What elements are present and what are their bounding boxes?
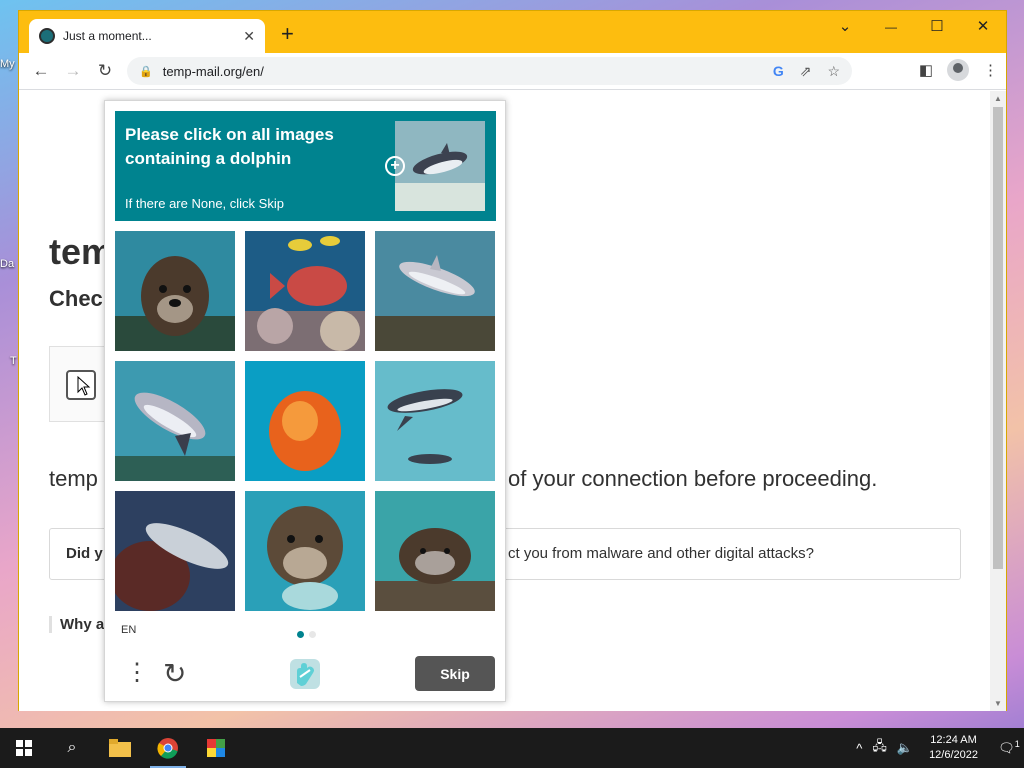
page-text-fragment: of your connection before proceeding. <box>508 466 878 491</box>
captcha-image-grid <box>115 231 496 612</box>
clock-time: 12:24 AM <box>930 734 977 746</box>
tab-close-icon[interactable]: ✕ <box>243 28 255 45</box>
share-icon[interactable]: ⇗ <box>800 63 812 80</box>
why-heading[interactable]: Why a <box>49 616 104 633</box>
side-panel-icon[interactable]: ◧ <box>919 61 933 79</box>
captcha-challenge: Please click on all images containing a … <box>104 100 506 702</box>
address-bar[interactable]: 🔒 temp-mail.org/en/ G ⇗ ☆ <box>127 57 852 85</box>
tab-search-icon[interactable]: ⌄ <box>833 17 857 35</box>
app-taskbar-icon[interactable] <box>192 728 240 768</box>
network-icon[interactable]: 🖧 <box>872 737 887 759</box>
captcha-tile-otter[interactable] <box>245 491 365 611</box>
page-dot-active <box>297 631 304 638</box>
show-hidden-icons-icon[interactable]: ^ <box>856 741 862 756</box>
mouse-cursor-icon <box>77 376 91 396</box>
lock-icon[interactable]: 🔒 <box>139 65 153 78</box>
language-selector[interactable]: EN <box>121 624 136 636</box>
system-tray: ^ 🖧 🔈 12:24 AM 12/6/2022 🗨1 <box>856 728 1024 768</box>
refresh-challenge-icon[interactable]: ↻ <box>163 657 186 690</box>
page-scrollbar[interactable]: ▲ ▼ <box>990 91 1006 711</box>
notification-center-icon[interactable]: 🗨1 <box>994 739 1024 756</box>
faq-question: Did y <box>66 545 103 562</box>
profile-avatar-icon[interactable] <box>947 59 969 81</box>
captcha-tile-dolphin[interactable] <box>115 361 235 481</box>
captcha-tile-otter[interactable] <box>115 231 235 351</box>
maximize-button[interactable]: ☐ <box>925 17 949 35</box>
view-example-icon[interactable]: + <box>385 156 405 176</box>
search-icon[interactable]: ⌕ <box>48 728 96 768</box>
captcha-hint-text: If there are None, click Skip <box>125 196 284 211</box>
tab-title: Just a moment... <box>63 29 152 43</box>
page-text-fragment: temp <box>49 466 98 491</box>
example-dolphin-image <box>395 121 485 211</box>
browser-toolbar: ← → ↻ 🔒 temp-mail.org/en/ G ⇗ ☆ ◧ ⋮ <box>19 53 1006 90</box>
menu-dots-icon[interactable]: ⋮ <box>983 61 998 79</box>
clock[interactable]: 12:24 AM 12/6/2022 <box>929 733 978 763</box>
captcha-tile-jellyfish[interactable] <box>245 361 365 481</box>
title-bar: Just a moment... ✕ + ⌄ — ☐ ✕ <box>19 11 1006 53</box>
hcaptcha-logo-icon <box>290 659 320 689</box>
back-icon[interactable]: ← <box>27 61 55 81</box>
scroll-down-icon[interactable]: ▼ <box>990 699 1006 708</box>
taskbar: ⌕ ^ 🖧 🔈 12:24 AM 12/6/2022 🗨1 <box>0 728 1024 768</box>
captcha-tile-fish[interactable] <box>245 231 365 351</box>
skip-button[interactable]: Skip <box>415 656 495 691</box>
captcha-tile-otter[interactable] <box>375 491 495 611</box>
folder-icon <box>109 739 131 757</box>
google-translate-icon[interactable]: G <box>773 63 784 79</box>
file-explorer-icon[interactable] <box>96 728 144 768</box>
windows-logo-icon <box>16 740 32 756</box>
forward-icon[interactable]: → <box>59 61 87 81</box>
page-dot <box>309 631 316 638</box>
notification-count: 1 <box>1014 739 1020 750</box>
scrollbar-thumb[interactable] <box>993 107 1003 569</box>
desktop-icon-label[interactable]: T <box>10 355 17 367</box>
scroll-up-icon[interactable]: ▲ <box>990 94 1006 103</box>
captcha-tile-dolphin[interactable] <box>375 361 495 481</box>
captcha-prompt-text: Please click on all images containing a … <box>125 125 334 168</box>
bookmark-star-icon[interactable]: ☆ <box>827 63 840 80</box>
start-button[interactable] <box>0 728 48 768</box>
reload-icon[interactable]: ↻ <box>91 61 119 81</box>
browser-tab[interactable]: Just a moment... ✕ <box>29 19 265 53</box>
desktop-icon-label[interactable]: My <box>0 58 15 70</box>
colorful-app-icon <box>207 739 225 757</box>
captcha-tile-dolphin[interactable] <box>115 491 235 611</box>
new-tab-icon[interactable]: + <box>281 23 294 45</box>
url-text[interactable]: temp-mail.org/en/ <box>163 64 757 79</box>
clock-date: 12/6/2022 <box>929 749 978 761</box>
minimize-button[interactable]: — <box>879 20 903 34</box>
desktop-icon-label[interactable]: Da <box>0 258 14 270</box>
page-indicator <box>297 631 316 638</box>
captcha-tile-dolphin[interactable] <box>375 231 495 351</box>
site-favicon-icon <box>39 28 55 44</box>
captcha-prompt-panel: Please click on all images containing a … <box>115 111 496 221</box>
volume-icon[interactable]: 🔈 <box>897 740 913 756</box>
chrome-icon <box>157 738 178 759</box>
faq-question: ct you from malware and other digital at… <box>508 545 814 562</box>
close-window-button[interactable]: ✕ <box>971 17 995 35</box>
captcha-menu-icon[interactable]: ⋮ <box>125 659 149 687</box>
chrome-taskbar-icon[interactable] <box>144 728 192 768</box>
